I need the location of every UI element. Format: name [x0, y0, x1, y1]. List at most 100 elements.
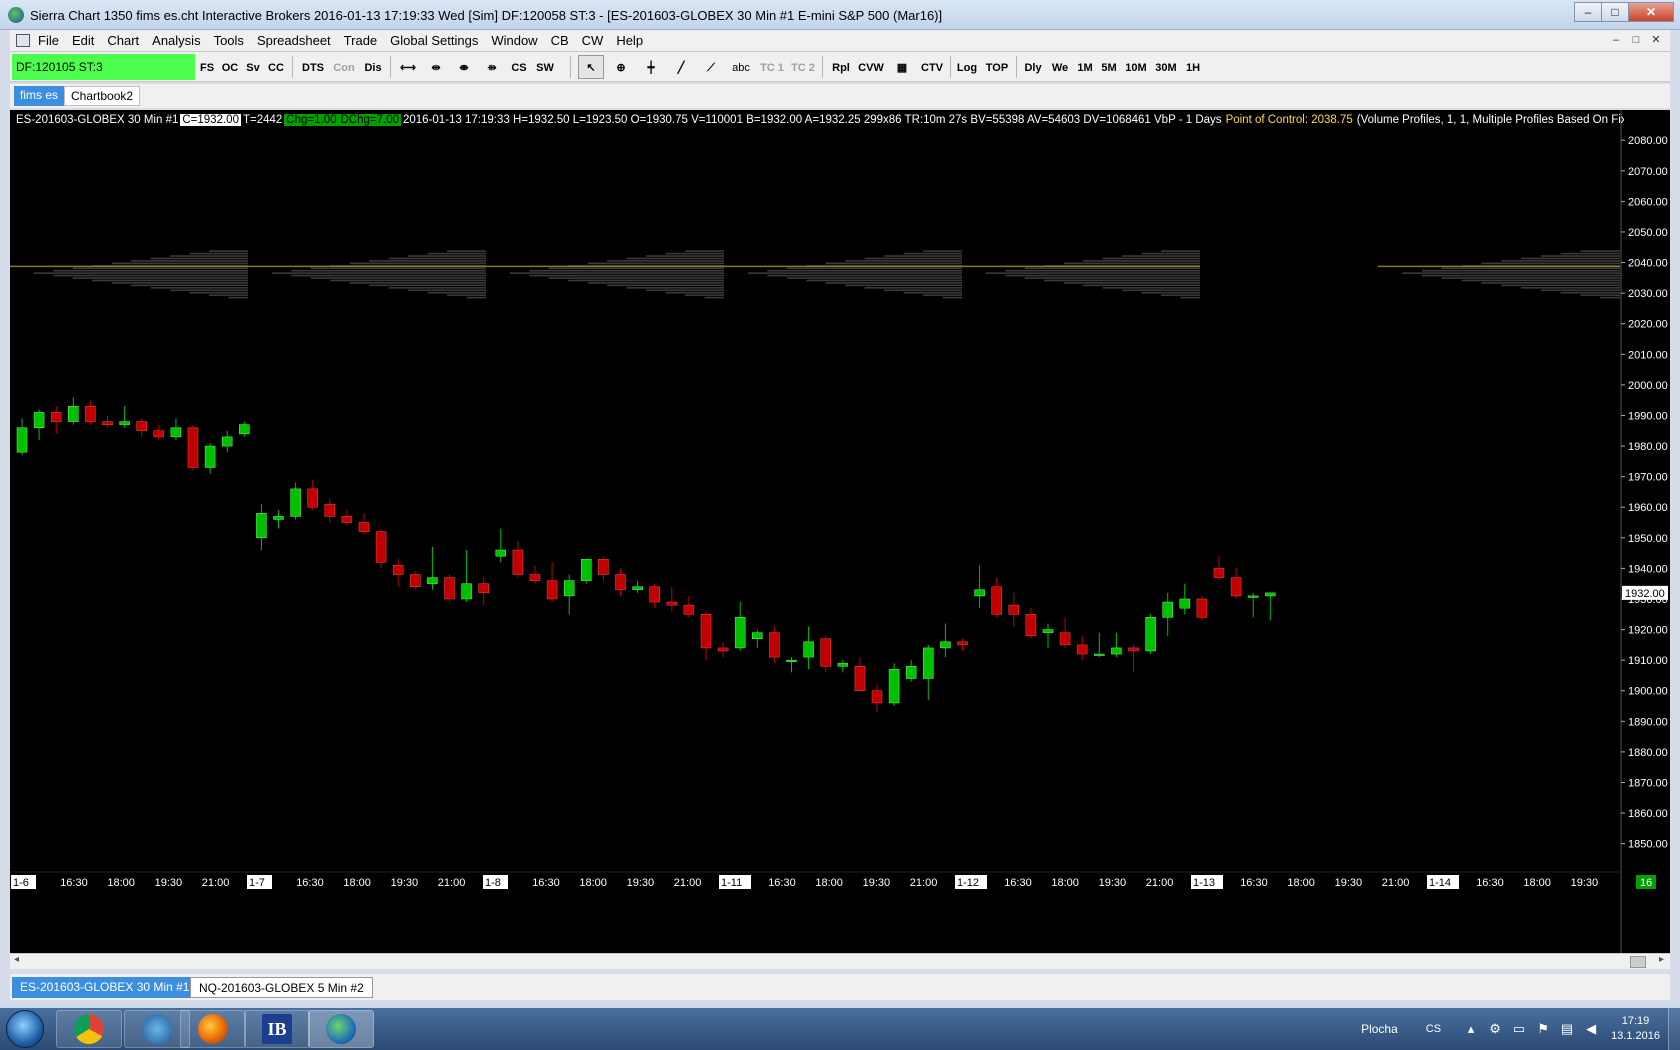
- scroll-right-icon[interactable]: ⇻: [479, 55, 505, 79]
- scrollbar-thumb[interactable]: [1630, 956, 1646, 968]
- volume-profile-row: [825, 282, 962, 284]
- candle-body: [221, 436, 233, 447]
- menu-analysis[interactable]: Analysis: [152, 33, 200, 48]
- system-clock[interactable]: 17:19 13.1.2016: [1611, 1014, 1660, 1044]
- clock-time: 17:19: [1621, 1015, 1650, 1027]
- chartbook-tab-chartbook2[interactable]: Chartbook2: [64, 86, 141, 106]
- volume-profile-row: [150, 287, 248, 289]
- 1min-button[interactable]: 1M: [1074, 55, 1096, 79]
- connect-button[interactable]: Con: [330, 55, 358, 79]
- mdi-minimize-button[interactable]: –: [1606, 32, 1626, 50]
- text-tool-button[interactable]: abc: [728, 55, 754, 79]
- tc1-button[interactable]: TC 1: [758, 55, 786, 79]
- weekly-button[interactable]: We: [1048, 55, 1072, 79]
- show-hidden-icons-icon[interactable]: ▴: [1463, 1021, 1479, 1037]
- scroll-right-arrow-icon[interactable]: ▸: [1659, 954, 1664, 965]
- menu-global-settings[interactable]: Global Settings: [390, 33, 478, 48]
- desktop-toolbar-label[interactable]: Plocha: [1361, 1022, 1398, 1036]
- candlestick-chart[interactable]: 2080.00 2070.00 2060.00 2050.00 2040.00 2030.…: [10, 110, 1670, 953]
- maximize-button[interactable]: □: [1601, 2, 1629, 22]
- sv-button[interactable]: Sv: [242, 55, 264, 79]
- menu-window[interactable]: Window: [491, 33, 537, 48]
- menu-edit[interactable]: Edit: [72, 33, 94, 48]
- volume-profile-row: [1180, 296, 1200, 299]
- 30min-button[interactable]: 30M: [1152, 55, 1180, 79]
- pointer-tool-icon[interactable]: ↖: [578, 55, 604, 79]
- taskbar-sierra-chart[interactable]: [308, 1010, 374, 1048]
- mdi-window-icon[interactable]: [16, 34, 30, 47]
- menu-trade[interactable]: Trade: [344, 33, 377, 48]
- chartbook-tab-fims-es[interactable]: fims es: [14, 86, 65, 106]
- chart-area[interactable]: 2080.00 2070.00 2060.00 2050.00 2040.00 2030.…: [10, 110, 1670, 963]
- disconnect-button[interactable]: Dis: [360, 55, 386, 79]
- volume-profile-row: [427, 291, 486, 294]
- start-button[interactable]: [6, 1010, 44, 1048]
- value-tool-icon[interactable]: ┿: [638, 55, 664, 79]
- line-tool-icon[interactable]: ╱: [668, 55, 694, 79]
- sw-button[interactable]: SW: [532, 55, 558, 79]
- trade-window-icon[interactable]: ▦: [888, 55, 916, 79]
- menu-tools[interactable]: Tools: [214, 33, 244, 48]
- compress-bars-icon[interactable]: ⇼: [451, 55, 477, 79]
- y-axis-label: 1880.00: [1628, 747, 1668, 759]
- last-price-label: 1932.00: [1625, 588, 1665, 600]
- network-settings-icon[interactable]: ⚙: [1487, 1021, 1503, 1037]
- cvw-button[interactable]: CVW: [856, 55, 886, 79]
- menu-spreadsheet[interactable]: Spreadsheet: [257, 33, 331, 48]
- oc-button[interactable]: OC: [218, 55, 242, 79]
- cc-button[interactable]: CC: [264, 55, 288, 79]
- fs-button[interactable]: FS: [196, 55, 218, 79]
- cs-button[interactable]: CS: [507, 55, 531, 79]
- ray-tool-icon[interactable]: ⟋: [698, 55, 724, 79]
- candle-body: [50, 412, 62, 422]
- menu-chart[interactable]: Chart: [107, 33, 139, 48]
- show-desktop-button[interactable]: [1668, 1008, 1680, 1050]
- volume-profile-row: [1580, 250, 1620, 252]
- tc2-button[interactable]: TC 2: [788, 55, 818, 79]
- replay-button[interactable]: Rpl: [828, 55, 854, 79]
- chart-tab-es[interactable]: ES-201603-GLOBEX 30 Min #1: [12, 977, 198, 998]
- volume-profile-row: [864, 287, 962, 289]
- action-center-flag-icon[interactable]: ⚑: [1535, 1021, 1551, 1037]
- x-axis-date-label: 1-8: [485, 877, 501, 889]
- candle-body: [974, 589, 985, 597]
- menu-cb[interactable]: CB: [551, 33, 569, 48]
- candle-body: [33, 412, 45, 428]
- volume-profile-row: [1540, 255, 1620, 257]
- x-axis-time-label: 16:30: [1476, 877, 1504, 889]
- 1hour-button[interactable]: 1H: [1182, 55, 1204, 79]
- expand-bars-icon[interactable]: ⇹: [423, 55, 449, 79]
- dts-button[interactable]: DTS: [298, 55, 328, 79]
- volume-profile-row: [825, 262, 962, 265]
- taskbar-chrome[interactable]: [56, 1010, 122, 1048]
- log-scale-button[interactable]: Log: [954, 55, 980, 79]
- crosshair-tool-icon[interactable]: ⊕: [608, 55, 634, 79]
- taskbar-interactive-brokers[interactable]: IB: [244, 1010, 310, 1048]
- chart-tab-nq[interactable]: NQ-201603-GLOBEX 5 Min #2: [190, 977, 373, 998]
- top-button[interactable]: TOP: [982, 55, 1012, 79]
- zoom-fit-icon[interactable]: ⟷: [395, 55, 421, 79]
- candle-body: [1230, 577, 1242, 597]
- language-indicator[interactable]: CS: [1426, 1023, 1441, 1035]
- 10min-button[interactable]: 10M: [1122, 55, 1150, 79]
- minimize-button[interactable]: –: [1574, 2, 1602, 22]
- menu-cw[interactable]: CW: [582, 33, 604, 48]
- firefox-icon: [198, 1014, 228, 1044]
- ctv-button[interactable]: CTV: [918, 55, 946, 79]
- volume-icon[interactable]: ◀: [1583, 1021, 1599, 1037]
- close-button[interactable]: ✕: [1628, 2, 1674, 22]
- mdi-close-button[interactable]: ✕: [1646, 32, 1666, 50]
- menu-help[interactable]: Help: [616, 33, 643, 48]
- taskbar-firefox[interactable]: [180, 1010, 246, 1048]
- chart-bar-details: 2016-01-13 17:19:33 H=1932.50 L=1923.50 …: [403, 114, 1222, 126]
- network-icon[interactable]: ▤: [1559, 1021, 1575, 1037]
- menu-file[interactable]: File: [38, 33, 59, 48]
- mdi-restore-button[interactable]: □: [1626, 32, 1646, 50]
- candle-body: [324, 503, 336, 517]
- x-axis-time-label: 21:00: [674, 877, 702, 889]
- daily-button[interactable]: Dly: [1020, 55, 1046, 79]
- scroll-left-icon[interactable]: ◂: [14, 954, 19, 965]
- 5min-button[interactable]: 5M: [1098, 55, 1120, 79]
- display-icon[interactable]: ▭: [1511, 1021, 1527, 1037]
- horizontal-scrollbar[interactable]: ◂ ▸: [10, 953, 1670, 969]
